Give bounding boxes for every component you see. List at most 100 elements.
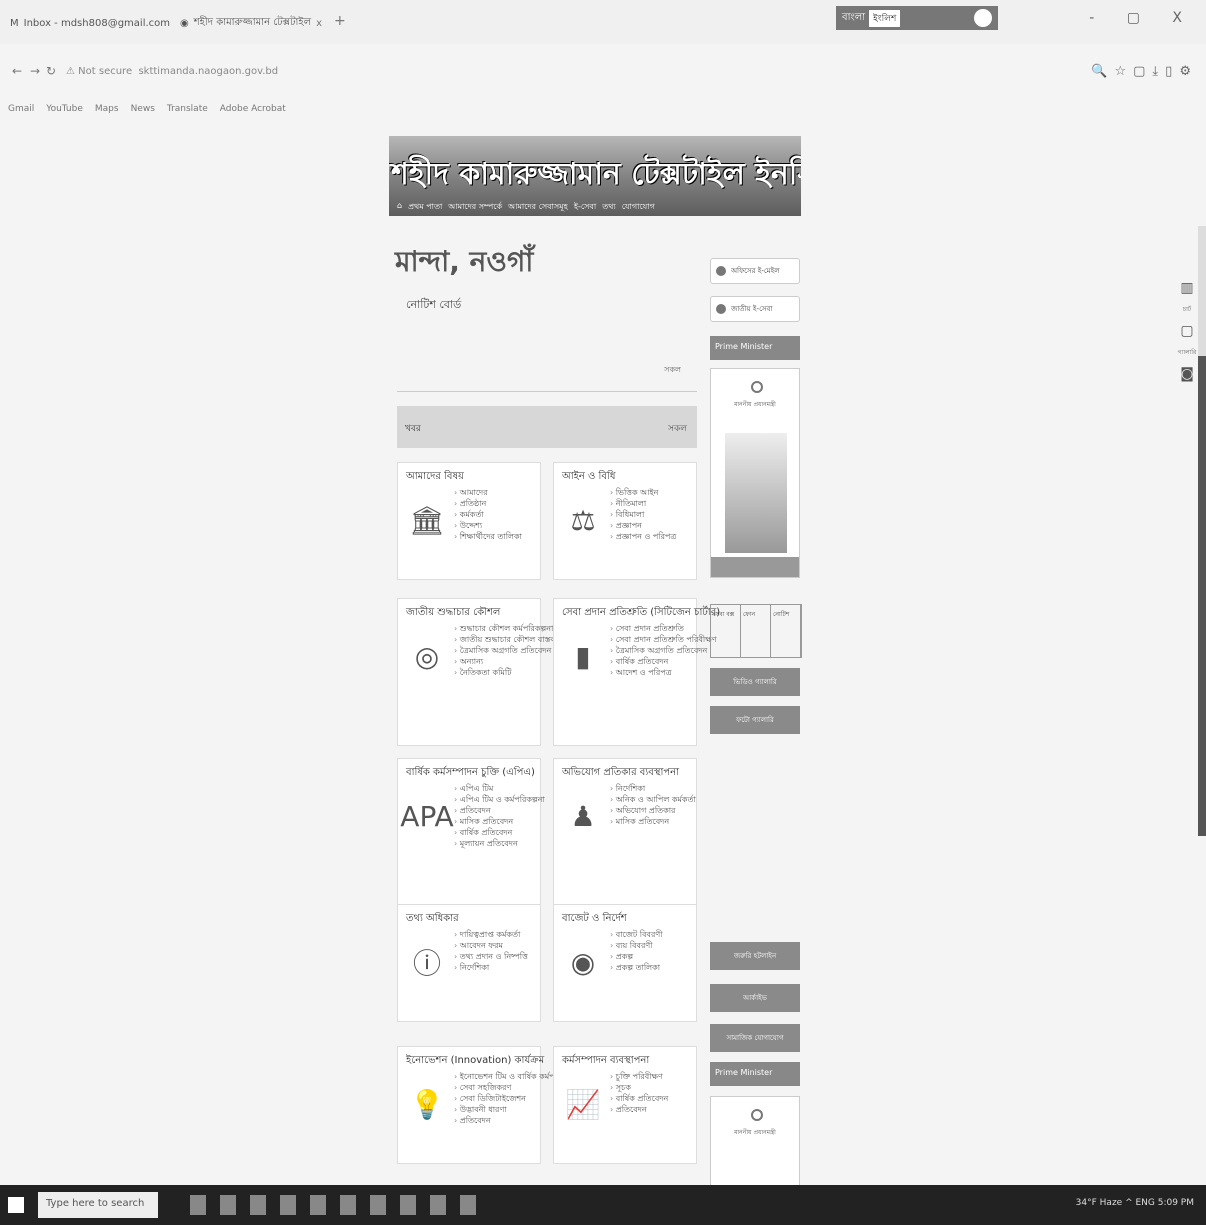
card-link[interactable]: সেবা প্রদান প্রতিশ্রুতি পরিবীক্ষণ [610, 634, 717, 645]
service-box-cell[interactable]: সেবা বক্স [711, 605, 741, 657]
app-icon[interactable] [400, 1195, 416, 1215]
app-icon[interactable] [190, 1195, 206, 1215]
reload-icon[interactable]: ↻ [46, 64, 56, 78]
news-all-link[interactable]: সকল [668, 421, 687, 436]
windows-start-icon[interactable] [8, 1197, 24, 1213]
notice-all-link[interactable]: সকল [664, 364, 681, 377]
app-icon[interactable] [370, 1195, 386, 1215]
app-icon[interactable] [340, 1195, 356, 1215]
card-link[interactable]: নীতিমালা [610, 498, 676, 509]
social-button[interactable]: সামাজিক যোগাযোগ [710, 1024, 800, 1052]
card-link[interactable]: প্রকল্প [610, 951, 663, 962]
card-link[interactable]: শুদ্ধাচার কৌশল কর্মপরিকল্পনা [454, 623, 567, 634]
scrollbar-thumb[interactable] [1198, 356, 1206, 836]
bookmark-youtube[interactable]: YouTube [46, 104, 83, 114]
app-icon[interactable] [280, 1195, 296, 1215]
prime-minister-card[interactable]: মাননীয় প্রধানমন্ত্রী [710, 368, 800, 578]
card-link[interactable]: প্রতিবেদন [454, 805, 545, 816]
card-link[interactable]: ত্রৈমাসিক অগ্রগতি প্রতিবেদন [610, 645, 717, 656]
card-link[interactable]: নির্দেশিকা [610, 783, 696, 794]
card-link[interactable]: বার্ষিক প্রতিবেদন [610, 656, 717, 667]
bookmark-maps[interactable]: Maps [95, 104, 119, 114]
menu-item[interactable]: আমাদের সেবাসমূহ [508, 201, 568, 214]
menu-item[interactable]: যোগাযোগ [622, 201, 655, 214]
card-link[interactable]: তথ্য প্রদান ও নিষ্পত্তি [454, 951, 528, 962]
address-tools[interactable]: 🔍☆▢⤓▯⚙ [1091, 64, 1198, 79]
hotline-button[interactable]: জরুরি হটলাইন [710, 942, 800, 970]
close-tab-icon[interactable]: x [316, 18, 322, 29]
record-icon[interactable] [974, 9, 992, 27]
card-link[interactable]: ব্যয় বিবরণী [610, 940, 663, 951]
window-controls[interactable]: - ▢ X [1089, 10, 1196, 26]
back-icon[interactable]: ← [12, 64, 22, 78]
card-link[interactable]: উদ্দেশ্য [454, 520, 522, 531]
office-email-button[interactable]: অফিসের ই-মেইল [710, 258, 800, 284]
forward-icon[interactable]: → [30, 64, 40, 78]
card-link[interactable]: প্রজ্ঞাপন [610, 520, 676, 531]
card-link[interactable]: আবেদন ফরম [454, 940, 528, 951]
bookmark-translate[interactable]: Translate [167, 104, 208, 114]
url-field[interactable]: ⚠ Not secure skttimanda.naogaon.gov.bd [66, 66, 278, 77]
photo-gallery-button[interactable]: ফটো গ্যালারি [710, 706, 800, 734]
menu-item[interactable]: আমাদের সম্পর্কে [448, 201, 502, 214]
card-link[interactable]: শিক্ষার্থীদের তালিকা [454, 531, 522, 542]
video-gallery-button[interactable]: ভিডিও গ্যালারি [710, 668, 800, 696]
chart-icon[interactable]: ▥ [1174, 280, 1200, 296]
card-link[interactable]: প্রজ্ঞাপন ও পরিপত্র [610, 531, 677, 542]
app-icon[interactable] [460, 1195, 476, 1215]
tab-active-site[interactable]: ◉ শহীদ কামারুজ্জামান টেক্সটাইল x [180, 10, 330, 36]
taskbar-search[interactable]: Type here to search [38, 1192, 158, 1218]
card-link[interactable]: বার্ষিক প্রতিবেদন [454, 827, 545, 838]
card-link[interactable]: ত্রৈমাসিক অগ্রগতি প্রতিবেদন [454, 645, 567, 656]
archive-button[interactable]: আর্কাইভ [710, 984, 800, 1012]
card-link[interactable]: এপিএ টিম ও কর্মপরিকল্পনা [454, 794, 545, 805]
app-icon[interactable] [430, 1195, 446, 1215]
prime-minister-card[interactable]: মাননীয় প্রধানমন্ত্রী [710, 1096, 800, 1185]
card-link[interactable]: বাজেট বিবরণী [610, 929, 663, 940]
card-link[interactable]: অন্যান্য [454, 656, 567, 667]
menu-item[interactable]: প্রথম পাতা [408, 201, 442, 214]
language-select[interactable]: ইংলিশ [869, 9, 901, 27]
card-link[interactable]: প্রতিষ্ঠান [454, 498, 522, 509]
settings-icon[interactable]: ◙ [1174, 366, 1200, 382]
service-box-cell[interactable]: নোটিশ [771, 605, 801, 657]
home-icon[interactable]: ⌂ [397, 201, 402, 214]
card-link[interactable]: প্রতিবেদন [610, 1104, 668, 1115]
card-link[interactable]: নৈতিকতা কমিটি [454, 667, 567, 678]
scrollbar[interactable] [1198, 226, 1206, 836]
card-link[interactable]: মাসিক প্রতিবেদন [454, 816, 545, 827]
national-eservice-button[interactable]: জাতীয় ই-সেবা [710, 296, 800, 322]
app-icon[interactable] [220, 1195, 236, 1215]
service-box-cell[interactable]: ফোন [741, 605, 771, 657]
card-link[interactable]: এপিএ টিম [454, 783, 545, 794]
card-link[interactable]: জাতীয় শুদ্ধাচার কৌশল বাস্তবায়ন [454, 634, 567, 645]
language-left[interactable]: বাংলা [842, 10, 865, 27]
card-link[interactable]: আমাদের [454, 487, 522, 498]
card-link[interactable]: অনিক ও আপিল কর্মকর্তা [610, 794, 696, 805]
menu-item[interactable]: তথ্য [602, 201, 616, 214]
card-link[interactable]: নির্দেশিকা [454, 962, 528, 973]
bookmark-news[interactable]: News [131, 104, 155, 114]
card-link[interactable]: কর্মকর্তা [454, 509, 522, 520]
card-link[interactable]: মাসিক প্রতিবেদন [610, 816, 696, 827]
card-link[interactable]: সূচক [610, 1082, 668, 1093]
new-tab-button[interactable]: + [334, 13, 346, 29]
app-icon[interactable] [310, 1195, 326, 1215]
card-link[interactable]: দায়িত্বপ্রাপ্ত কর্মকর্তা [454, 929, 528, 940]
card-link[interactable]: প্রকল্প তালিকা [610, 962, 663, 973]
card-link[interactable]: মূল্যায়ন প্রতিবেদন [454, 838, 545, 849]
app-icon[interactable] [250, 1195, 266, 1215]
card-link[interactable]: বার্ষিক প্রতিবেদন [610, 1093, 669, 1104]
menu-item[interactable]: ই-সেবা [574, 201, 596, 214]
card-link[interactable]: অভিযোগ প্রতিকার [610, 805, 696, 816]
language-toolbar[interactable]: বাংলা ইংলিশ [836, 6, 998, 30]
bookmark-gmail[interactable]: Gmail [8, 104, 34, 114]
card-link[interactable]: আদেশ ও পরিপত্র [610, 667, 717, 678]
card-link[interactable]: সেবা প্রদান প্রতিশ্রুতি [610, 623, 717, 634]
bookmark-acrobat[interactable]: Adobe Acrobat [220, 104, 286, 114]
document-icon[interactable]: ▢ [1174, 323, 1200, 339]
tab-gmail[interactable]: M Inbox - mdsh808@gmail.com x [10, 10, 170, 36]
card-link[interactable]: চুক্তি পরিবীক্ষণ [610, 1071, 668, 1082]
system-tray[interactable]: 34°F Haze ^ ENG 5:09 PM [1076, 1198, 1194, 1208]
card-link[interactable]: ভিত্তিক আইন [610, 487, 676, 498]
